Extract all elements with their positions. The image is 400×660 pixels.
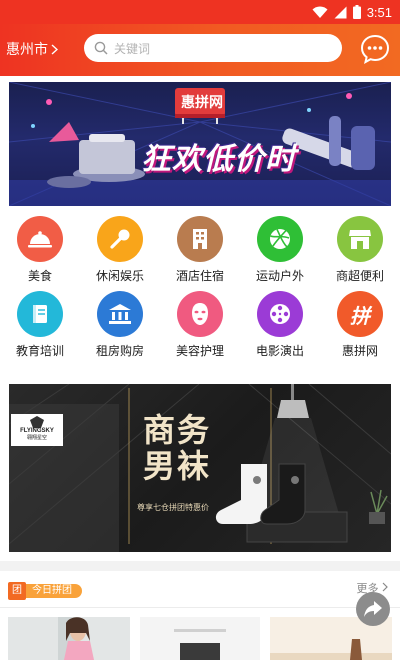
category-label: 美容护理 bbox=[175, 344, 224, 358]
brand-subname: 翱翔星空 bbox=[26, 435, 47, 441]
hotel-building-icon bbox=[177, 216, 223, 262]
status-icons: 3:51 bbox=[312, 3, 392, 21]
product-image bbox=[140, 617, 260, 660]
banner-headline: 狂欢低价时 bbox=[141, 143, 296, 176]
category-label: 惠拼网 bbox=[341, 344, 378, 358]
store-icon bbox=[337, 216, 383, 262]
promo-title-line1: 商务 bbox=[143, 411, 212, 449]
category-label: 商超便利 bbox=[335, 269, 384, 283]
microphone-icon bbox=[97, 216, 143, 262]
search-placeholder: 关键词 bbox=[114, 41, 151, 56]
search-icon bbox=[94, 41, 108, 55]
city-selector[interactable]: 惠州市 bbox=[6, 38, 58, 60]
product-card-1[interactable] bbox=[8, 617, 130, 660]
chevron-right-icon bbox=[382, 582, 388, 592]
food-cloche-icon bbox=[17, 216, 63, 262]
category-label: 租房购房 bbox=[95, 344, 144, 358]
share-button[interactable] bbox=[356, 592, 390, 626]
wifi-icon bbox=[312, 6, 328, 18]
section-separator bbox=[0, 607, 400, 608]
category-item-beauty[interactable]: 美容护理 bbox=[162, 291, 238, 359]
category-item-hotel[interactable]: 酒店住宿 bbox=[162, 216, 238, 284]
category-item-food[interactable]: 美食 bbox=[2, 216, 78, 284]
promo-banner-carnival[interactable]: 惠拼网 狂欢低价时 bbox=[9, 82, 391, 206]
group-buy-icon: 团 bbox=[8, 582, 26, 600]
book-icon bbox=[17, 291, 63, 337]
today-groupbuy-label: 今日拼团 bbox=[26, 584, 82, 598]
category-item-education[interactable]: 教育培训 bbox=[2, 291, 78, 359]
category-item-movies[interactable]: 电影演出 bbox=[242, 291, 318, 359]
ball-icon bbox=[257, 216, 303, 262]
app-header: 惠州市 关键词 bbox=[0, 24, 400, 76]
promo-title: 商务 男袜 bbox=[143, 412, 211, 484]
brand-logo: FLYINGSKY 翱翔星空 bbox=[11, 414, 63, 446]
category-item-huipin[interactable]: 拼 惠拼网 bbox=[322, 291, 398, 359]
search-bar[interactable]: 关键词 bbox=[84, 34, 342, 62]
category-item-entertainment[interactable]: 休闲娱乐 bbox=[82, 216, 158, 284]
status-time: 3:51 bbox=[366, 4, 392, 20]
category-label: 美食 bbox=[27, 269, 52, 283]
bank-building-icon bbox=[97, 291, 143, 337]
category-label: 教育培训 bbox=[15, 344, 64, 358]
message-icon[interactable] bbox=[360, 34, 390, 64]
pin-logo-glyph: 拼 bbox=[350, 303, 370, 328]
battery-icon bbox=[352, 5, 361, 19]
category-label: 电影演出 bbox=[255, 344, 304, 358]
category-item-store[interactable]: 商超便利 bbox=[322, 216, 398, 284]
category-item-sports[interactable]: 运动户外 bbox=[242, 216, 318, 284]
brand-crest-icon bbox=[30, 416, 44, 428]
promo-title-line2: 男袜 bbox=[143, 447, 212, 485]
chevron-right-icon bbox=[51, 43, 58, 55]
city-label: 惠州市 bbox=[6, 42, 48, 58]
category-label: 休闲娱乐 bbox=[95, 269, 144, 283]
pin-logo-icon: 拼 bbox=[337, 291, 383, 337]
product-image bbox=[8, 617, 130, 660]
signal-icon bbox=[334, 6, 347, 18]
share-arrow-icon bbox=[364, 601, 382, 617]
film-reel-icon bbox=[257, 291, 303, 337]
category-item-housing[interactable]: 租房购房 bbox=[82, 291, 158, 359]
promo-banner-socks[interactable]: FLYINGSKY 翱翔星空 商务 男袜 尊享七仓拼团特惠价 bbox=[9, 384, 391, 552]
promo-subtitle: 尊享七仓拼团特惠价 bbox=[137, 503, 209, 512]
product-card-2[interactable] bbox=[140, 617, 260, 660]
category-label: 酒店住宿 bbox=[175, 269, 224, 283]
today-groupbuy-title: 团 今日拼团 bbox=[8, 582, 82, 600]
face-mask-icon bbox=[177, 291, 223, 337]
status-bar: 3:51 bbox=[0, 0, 400, 24]
category-label: 运动户外 bbox=[255, 269, 304, 283]
banner-logo-text: 惠拼网 bbox=[181, 95, 223, 111]
section-divider bbox=[0, 561, 400, 571]
